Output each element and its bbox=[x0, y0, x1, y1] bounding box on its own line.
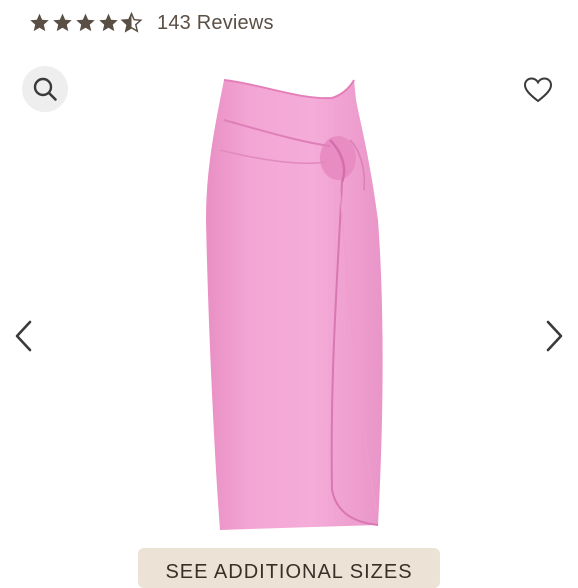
search-icon bbox=[33, 77, 57, 101]
reviews-count-link[interactable]: 143 Reviews bbox=[157, 12, 274, 35]
star-half-icon bbox=[120, 12, 143, 33]
star-full-icon bbox=[76, 13, 95, 32]
see-additional-sizes-button[interactable]: SEE ADDITIONAL SIZES bbox=[138, 548, 440, 588]
star-full-icon bbox=[30, 13, 49, 32]
product-image-pink-wrap-skirt[interactable] bbox=[180, 70, 400, 550]
star-full-icon bbox=[99, 13, 118, 32]
star-rating bbox=[28, 12, 143, 34]
heart-outline-icon bbox=[523, 77, 553, 103]
star-full-icon bbox=[53, 13, 72, 32]
previous-image-button[interactable] bbox=[8, 316, 38, 356]
chevron-left-icon bbox=[15, 320, 32, 352]
chevron-right-icon bbox=[546, 320, 563, 352]
favorite-button[interactable] bbox=[520, 72, 556, 108]
see-additional-sizes-label: SEE ADDITIONAL SIZES bbox=[165, 561, 413, 583]
rating-row[interactable]: 143 Reviews bbox=[28, 8, 274, 38]
zoom-button[interactable] bbox=[22, 66, 68, 112]
next-image-button[interactable] bbox=[540, 316, 570, 356]
